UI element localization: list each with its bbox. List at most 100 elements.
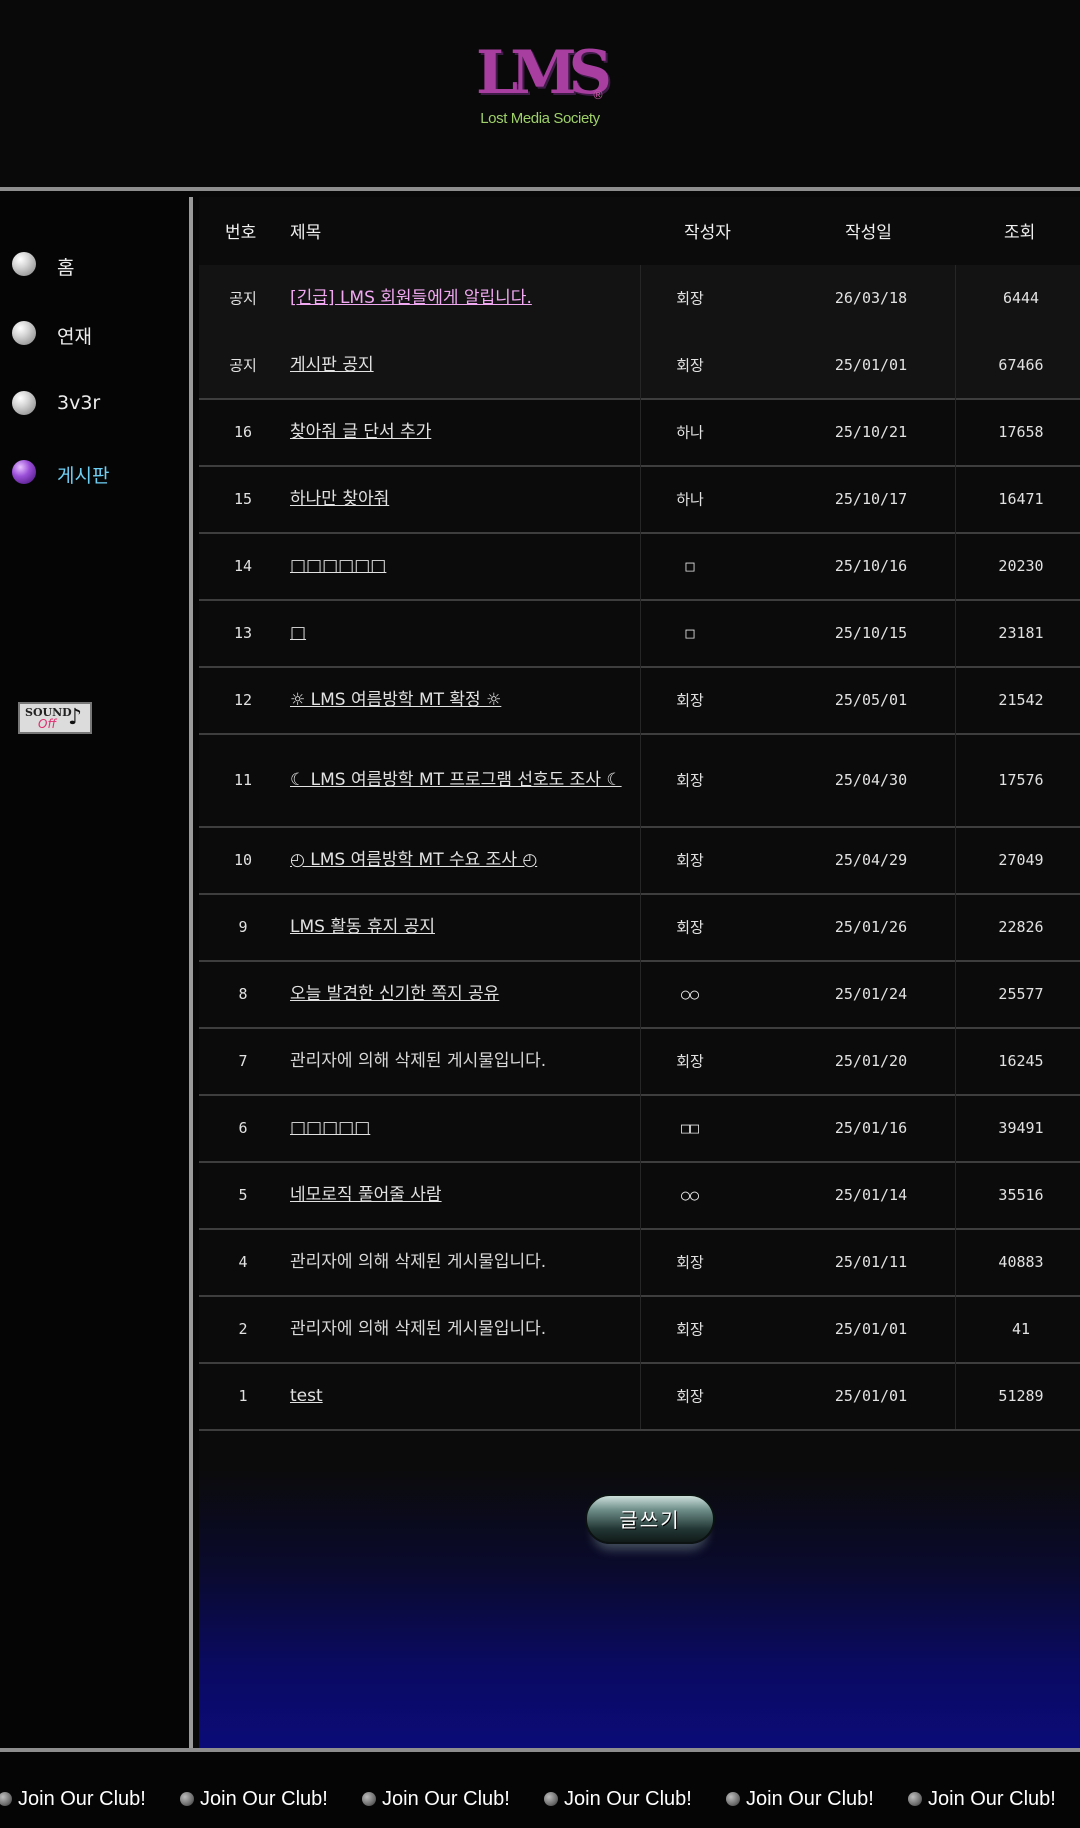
sidebar-item-label: 홈: [57, 257, 75, 279]
post-date: 25/10/15: [834, 623, 908, 642]
globe-icon: [0, 1792, 12, 1806]
post-author: ○○: [680, 1185, 700, 1204]
post-date: 26/03/18: [834, 289, 908, 307]
post-date: 25/04/29: [834, 850, 908, 869]
post-number: 12: [233, 690, 253, 709]
table-row-post-7: 7 관리자에 의해 삭제된 게시물입니다. 회장 25/01/20 16245: [199, 1027, 1080, 1096]
post-title-link[interactable]: LMS 활동 휴지 공지: [290, 914, 650, 940]
marquee-item: Join Our Club!: [180, 1788, 328, 1811]
post-author: 회장: [676, 1320, 704, 1338]
bullet-icon: [12, 460, 36, 484]
post-title-link[interactable]: test: [290, 1383, 650, 1409]
post-views: 20230: [998, 556, 1044, 575]
post-views: 23181: [998, 623, 1044, 642]
footer-marquee: Join Our Club! Join Our Club! Join Our Clu…: [0, 1752, 1080, 1828]
post-number: 공지: [229, 356, 257, 374]
post-views: 16245: [998, 1051, 1044, 1070]
post-author: □: [685, 556, 695, 575]
post-title-link[interactable]: □: [290, 620, 650, 646]
marquee-item: Join Our Club!: [0, 1788, 146, 1811]
column-divider: [955, 1362, 956, 1429]
board-panel: 번호 제목 작성자 작성일 조회 공지 [긴급] LMS 회원들에게 알립니다. 회…: [199, 197, 1080, 1748]
post-author: □□: [680, 1118, 700, 1137]
site-logo[interactable]: LMS ® Lost Media Society: [470, 38, 612, 133]
write-post-label: 글쓰기: [619, 1508, 681, 1532]
marquee-text: Join Our Club!: [382, 1788, 510, 1810]
post-title-link: 관리자에 의해 삭제된 게시물입니다.: [290, 1050, 547, 1071]
post-title-link[interactable]: 하나만 찾아줘: [290, 486, 650, 512]
sidebar-item-label: 3v3r: [57, 392, 101, 414]
globe-icon: [362, 1792, 376, 1806]
column-divider: [955, 1228, 956, 1295]
table-row-post-2: 2 관리자에 의해 삭제된 게시물입니다. 회장 25/01/01 41: [199, 1295, 1080, 1364]
sidebar-item-label: 연재: [57, 326, 92, 348]
logo-mark: LMS: [476, 38, 612, 108]
post-date: 25/05/01: [834, 690, 908, 709]
sidebar-divider: [189, 197, 193, 1748]
column-header-number: 번호: [225, 223, 257, 243]
column-divider: [955, 666, 956, 733]
column-divider: [955, 1027, 956, 1094]
post-number: 15: [233, 489, 253, 508]
table-row-post-10: 10 ◴ LMS 여름방학 MT 수요 조사 ◴ 회장 25/04/29 27049: [199, 826, 1080, 895]
post-views: 16471: [998, 489, 1044, 508]
post-number: 4: [238, 1252, 248, 1271]
post-number: 공지: [229, 289, 257, 308]
column-divider: [955, 893, 956, 960]
sound-toggle-button[interactable]: SOUND Off ♪: [18, 702, 92, 734]
post-title-link[interactable]: [긴급] LMS 회원들에게 알립니다.: [290, 285, 650, 311]
sidebar-item-serial[interactable]: 연재: [12, 318, 182, 348]
post-views: 39491: [998, 1118, 1044, 1137]
post-date: 25/10/16: [834, 556, 908, 575]
marquee-text: Join Our Club!: [200, 1788, 328, 1810]
post-author: 회장: [676, 771, 704, 789]
column-header-views: 조회: [1004, 223, 1036, 243]
post-author: □: [685, 623, 695, 642]
post-title-link[interactable]: ☼ LMS 여름방학 MT 확정 ☼: [290, 687, 650, 713]
post-author: ○○: [680, 984, 700, 1003]
post-title-link[interactable]: 네모로직 풀어줄 사람: [290, 1182, 650, 1208]
post-title-link[interactable]: 찾아줘 글 단서 추가: [290, 419, 650, 445]
marquee-item: Join Our Club!: [362, 1788, 510, 1811]
board-table-header: 번호 제목 작성자 작성일 조회: [199, 197, 1080, 265]
bullet-icon: [12, 321, 36, 345]
post-author: 하나: [676, 423, 704, 441]
post-views: 40883: [998, 1252, 1044, 1271]
registered-mark: ®: [592, 88, 604, 102]
table-row-post-9: 9 LMS 활동 휴지 공지 회장 25/01/26 22826: [199, 893, 1080, 962]
post-views: 41: [1011, 1319, 1031, 1338]
post-number: 6: [238, 1118, 248, 1137]
table-row-post-4: 4 관리자에 의해 삭제된 게시물입니다. 회장 25/01/11 40883: [199, 1228, 1080, 1297]
post-title-link[interactable]: ☾ LMS 여름방학 MT 프로그램 선호도 조사 ☾: [290, 767, 650, 793]
post-views: 27049: [998, 850, 1044, 869]
post-date: 25/10/17: [834, 489, 908, 508]
marquee-item: Join Our Club!: [726, 1788, 874, 1811]
column-divider: [955, 398, 956, 465]
sidebar-item-board[interactable]: 게시판: [12, 457, 182, 487]
sound-state-label: Off: [38, 717, 57, 731]
post-title-link[interactable]: □□□□□: [290, 1115, 650, 1141]
post-date: 25/01/01: [834, 1319, 908, 1338]
sidebar-item-home[interactable]: 홈: [12, 249, 182, 279]
post-views: 67466: [998, 355, 1044, 374]
marquee-text: Join Our Club!: [746, 1788, 874, 1810]
post-date: 25/10/21: [834, 422, 908, 441]
write-post-button[interactable]: 글쓰기: [585, 1494, 715, 1544]
post-number: 14: [233, 556, 253, 575]
sidebar-item-3v3r[interactable]: 3v3r: [12, 388, 182, 418]
post-title-link[interactable]: 게시판 공지: [290, 352, 650, 378]
post-date: 25/01/16: [834, 1118, 908, 1137]
post-title-link[interactable]: □□□□□□: [290, 553, 650, 579]
table-row-post-5: 5 네모로직 풀어줄 사람 ○○ 25/01/14 35516: [199, 1161, 1080, 1230]
table-row-post-14: 14 □□□□□□ □ 25/10/16 20230: [199, 532, 1080, 601]
globe-icon: [908, 1792, 922, 1806]
post-author: 회장: [676, 356, 704, 374]
post-title-link[interactable]: ◴ LMS 여름방학 MT 수요 조사 ◴: [290, 847, 650, 873]
marquee-text: Join Our Club!: [928, 1788, 1056, 1810]
table-row-notice-board: 공지 게시판 공지 회장 25/01/01 67466: [199, 331, 1080, 400]
column-divider: [955, 331, 956, 398]
post-title-link[interactable]: 오늘 발견한 신기한 쪽지 공유: [290, 981, 650, 1007]
bullet-icon: [12, 391, 36, 415]
post-number: 11: [233, 770, 253, 789]
column-divider: [955, 733, 956, 826]
